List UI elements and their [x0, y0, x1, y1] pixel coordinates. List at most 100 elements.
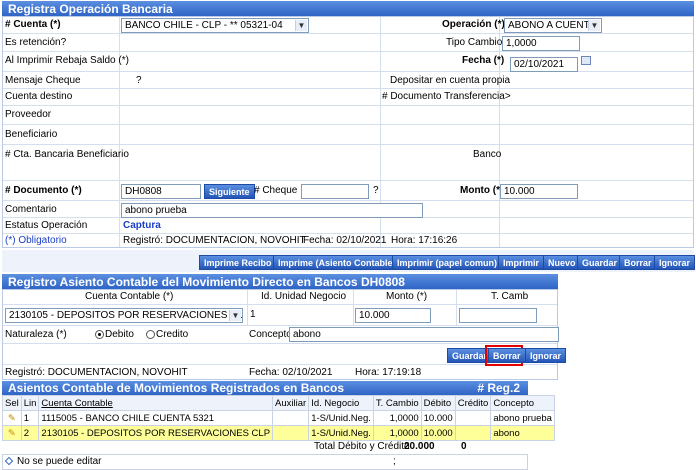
imprime-asiento-button[interactable]: Imprime (Asiento Contable) [273, 255, 401, 270]
row-cuenta: 2130105 - DEPOSITOS POR RESERVACIONES CL… [38, 425, 274, 441]
operacion-label: Operación (*) [442, 19, 505, 30]
footer-text: No se puede editar [17, 456, 102, 467]
naturaleza-label: Naturaleza (*) [5, 329, 67, 340]
estatus-value: Captura [123, 220, 161, 231]
guardar-button[interactable]: Guardar [577, 255, 623, 270]
table-row[interactable]: ✎ 1 1115005 - BANCO CHILE CUENTA 5321 1-… [2, 410, 555, 426]
operacion-select[interactable]: ABONO A CUENTA ▼ [504, 18, 602, 33]
hora-registro-text: Hora: 17:16:26 [391, 235, 458, 246]
cuenta-destino-label: Cuenta destino [5, 91, 73, 102]
diamond-icon [4, 456, 14, 466]
header-tcambio: T. Cambio [372, 395, 422, 411]
edit-pencil-icon[interactable]: ✎ [2, 410, 22, 426]
obligatorio-note: (*) Obligatorio [5, 235, 67, 246]
debito-label: Debito [105, 329, 134, 340]
total-debito: 20.000 [404, 441, 435, 452]
asiento-hora-text: Hora: 17:19:18 [355, 367, 422, 378]
debito-radio[interactable] [95, 330, 104, 339]
cuenta-label: # Cuenta (*) [5, 19, 61, 30]
row-concepto: abono [490, 425, 555, 441]
proveedor-label: Proveedor [5, 109, 52, 120]
col-tcamb-header: T. Camb [491, 291, 529, 302]
header-auxiliar: Auxiliar [272, 395, 310, 411]
registro-text: Registró: DOCUMENTACION, NOVOHIT [123, 235, 306, 246]
col-monto-header: Monto (*) [386, 291, 428, 302]
cuenta-select[interactable]: BANCO CHILE - CLP - ** 05321-04 ▼ [121, 18, 309, 33]
imprimir-button[interactable]: Imprimir [498, 255, 545, 270]
chevron-down-icon: ▼ [229, 310, 241, 321]
row-tcambio: 1,0000 [372, 410, 422, 426]
row-concepto: abono prueba [490, 410, 555, 426]
header-negocio: Id. Negocio [308, 395, 374, 411]
main-toolbar: Imprime Recibo Imprime (Asiento Contable… [2, 250, 696, 272]
movimientos-title-bar: Asientos Contable de Movimientos Registr… [2, 381, 528, 395]
estatus-label: Estatus Operación [5, 220, 88, 231]
documento-input[interactable] [121, 184, 201, 199]
chevron-down-icon: ▼ [295, 20, 307, 31]
nuevo-button[interactable]: Nuevo [543, 255, 581, 270]
header-lin: Lin [20, 395, 40, 411]
cta-bancaria-label: # Cta. Bancaria Beneficiario [5, 149, 129, 160]
asiento-registro-text: Registró: DOCUMENTACION, NOVOHIT [5, 367, 188, 378]
asiento-ignorar-button[interactable]: Ignorar [525, 348, 567, 363]
table-row-selected[interactable]: ✎ 2 2130105 - DEPOSITOS POR RESERVACIONE… [2, 425, 555, 441]
form-title: Registra Operación Bancaria [8, 2, 173, 16]
borrar-button[interactable]: Borrar [619, 255, 657, 270]
movimientos-title: Asientos Contable de Movimientos Registr… [8, 381, 345, 395]
header-sel: Sel [2, 395, 22, 411]
mensaje-cheque-help-icon[interactable]: ? [136, 74, 142, 88]
cheque-label: # Cheque [254, 185, 298, 196]
row-debito: 10.000 [420, 410, 456, 426]
asiento-borrar-button[interactable]: Borrar [488, 348, 526, 363]
header-debito: Débito [420, 395, 456, 411]
row-negocio: 1-S/Unid.Neg. [308, 410, 374, 426]
row-tcambio: 1,0000 [372, 425, 422, 441]
table-header-row: Sel Lin Cuenta Contable Auxiliar Id. Neg… [2, 395, 555, 411]
asiento-monto-input[interactable] [355, 308, 431, 323]
depositar-label: Depositar en cuenta propia [390, 75, 511, 86]
tipo-cambio-label: Tipo Cambio [446, 37, 503, 48]
credito-radio[interactable] [146, 330, 155, 339]
edit-pencil-icon[interactable]: ✎ [2, 425, 22, 441]
monto-input[interactable] [500, 184, 578, 199]
ignorar-button[interactable]: Ignorar [654, 255, 696, 270]
total-label: Total Débito y Crédito [314, 441, 410, 452]
credito-label: Credito [156, 329, 189, 340]
row-debito: 10.000 [420, 425, 456, 441]
chevron-down-icon: ▼ [588, 20, 600, 31]
asiento-tcamb-input[interactable] [459, 308, 537, 323]
header-cuenta[interactable]: Cuenta Contable [38, 395, 274, 411]
tipo-cambio-input[interactable] [502, 36, 580, 51]
col-cuenta-header: Cuenta Contable (*) [85, 291, 174, 302]
total-credito: 0 [461, 441, 467, 452]
unidad-value: 1 [250, 309, 256, 320]
operation-form: # Cuenta (*) BANCO CHILE - CLP - ** 0532… [2, 16, 694, 248]
cheque-help-icon[interactable]: ? [373, 184, 379, 198]
reg-count: # Reg.2 [477, 381, 520, 395]
fecha-input[interactable] [510, 57, 578, 72]
asiento-title-bar: Registro Asiento Contable del Movimiento… [2, 274, 558, 289]
movimientos-table-wrap: Sel Lin Cuenta Contable Auxiliar Id. Neg… [2, 395, 555, 470]
cheque-input[interactable] [301, 184, 369, 199]
movimientos-table: Sel Lin Cuenta Contable Auxiliar Id. Neg… [2, 395, 555, 441]
siguiente-button[interactable]: Siguiente [204, 184, 255, 199]
documento-label: # Documento (*) [5, 185, 82, 196]
comentario-label: Comentario [5, 204, 57, 215]
comentario-input[interactable] [121, 203, 423, 218]
mensaje-cheque-label: Mensaje Cheque [5, 75, 81, 86]
row-lin: 1 [20, 410, 40, 426]
monto-label: Monto (*) [460, 185, 504, 196]
asiento-title: Registro Asiento Contable del Movimiento… [8, 275, 405, 289]
imprime-recibo-button[interactable]: Imprime Recibo [199, 255, 277, 270]
concepto-label: Concepto [249, 329, 292, 340]
calendar-icon[interactable] [581, 56, 591, 65]
asiento-cuenta-select[interactable]: 2130105 - DEPOSITOS POR RESERVACIONES CL… [5, 308, 243, 323]
imprimir-papel-button[interactable]: Imprimir (papel comun) [392, 255, 503, 270]
fecha-registro-text: Fecha: 02/10/2021 [303, 235, 387, 246]
banco-label: Banco [473, 149, 502, 160]
row-cuenta: 1115005 - BANCO CHILE CUENTA 5321 [38, 410, 274, 426]
row-credito [454, 425, 492, 441]
concepto-input[interactable] [289, 327, 559, 342]
beneficiario-label: Beneficiario [5, 129, 58, 140]
row-lin: 2 [20, 425, 40, 441]
